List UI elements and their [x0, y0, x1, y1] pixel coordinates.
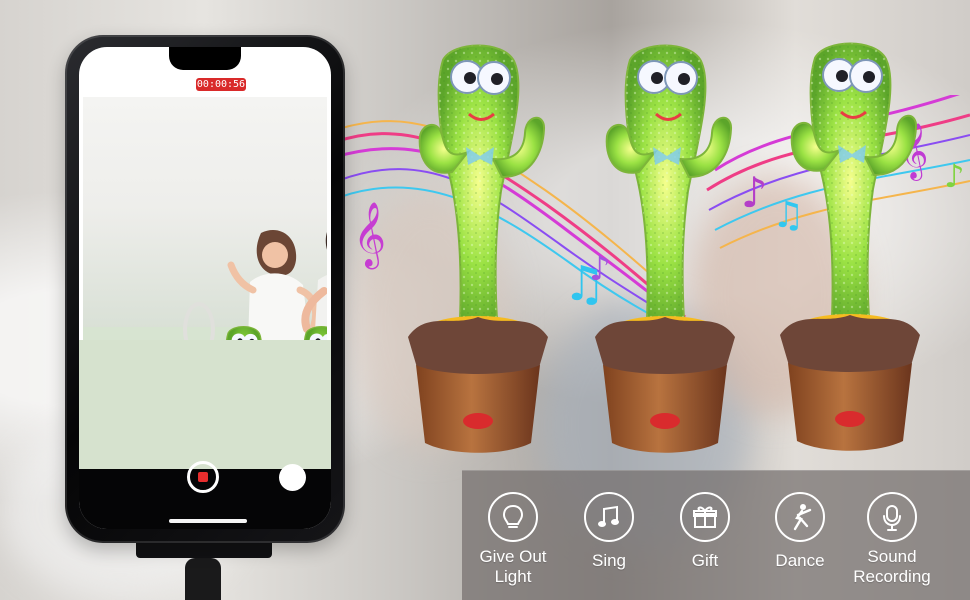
gift-icon	[680, 492, 730, 542]
pot-logo-badge	[835, 411, 865, 427]
cactus-pupil-left	[464, 72, 476, 84]
small-dancing-cactus-toy	[226, 325, 262, 340]
plush-pot-rim	[595, 317, 735, 377]
dancer-icon	[775, 492, 825, 542]
plush-pot-rim	[780, 315, 920, 375]
feature-label: Sing	[591, 551, 627, 570]
phone-screen: 00:00:56	[79, 47, 331, 529]
lightbulb-icon	[502, 504, 524, 528]
stop-recording-button[interactable]	[187, 461, 219, 493]
recording-timer: 00:00:56	[196, 78, 246, 91]
person-face	[262, 242, 288, 268]
music-note-icon	[584, 492, 634, 542]
music-note-symbol: ♪	[944, 157, 964, 195]
phone-notch	[169, 47, 241, 70]
cactus-pupil-left	[836, 70, 848, 82]
smartphone: 00:00:56	[65, 35, 345, 543]
camera-capture-button[interactable]	[279, 464, 306, 491]
dancing-cactus-toy	[408, 44, 548, 453]
feature-icons-panel: Give Out Light Sing Gift Dance Sound Rec…	[462, 470, 970, 600]
treble-clef-symbol: 𝄞	[353, 202, 386, 269]
recording-controls-area	[79, 340, 331, 470]
cactus-pupil-right	[678, 73, 690, 85]
pot-logo-badge	[650, 413, 680, 429]
person-arm-left	[227, 261, 257, 294]
feature-label: Gift	[691, 551, 719, 570]
pot-logo-badge	[463, 413, 493, 429]
feature-label: Sound Recording	[853, 547, 931, 586]
cactus-pupil-right	[863, 71, 875, 83]
dancing-cactus-toy	[780, 42, 920, 451]
camera-preview	[83, 97, 327, 340]
microphone-icon	[883, 505, 901, 531]
cactus-pupil-left	[651, 72, 663, 84]
feature-sound-recording: Sound Recording	[847, 492, 937, 592]
music-note-icon	[598, 505, 619, 527]
plush-pot	[416, 365, 540, 453]
feature-label: Give Out Light	[479, 547, 547, 586]
cactus-pupil-right	[491, 73, 503, 85]
feature-dance: Dance	[755, 492, 845, 592]
cactus-toy-product-scene: 𝄞 ♫ ♪ ♪ ♫ 𝄞 ♪ 00:00:56 Give Out Light Si…	[0, 0, 970, 600]
small-dancing-cactus-toy	[304, 325, 327, 340]
lightbulb-icon	[488, 492, 538, 542]
microphone-icon	[867, 492, 917, 542]
plush-pot	[603, 365, 727, 453]
home-indicator	[169, 519, 247, 523]
music-note-symbol: ♪	[741, 168, 768, 217]
plush-pot-rim	[408, 317, 548, 377]
feature-give-out-light: Give Out Light	[468, 492, 558, 592]
stop-recording-icon	[198, 472, 208, 482]
plush-pot	[788, 363, 912, 451]
feature-gift: Gift	[660, 492, 750, 592]
dancer-icon	[793, 504, 812, 531]
feature-label: Dance	[775, 551, 825, 570]
gift-icon	[693, 506, 717, 528]
person-hair	[325, 232, 327, 250]
feature-sing: Sing	[564, 492, 654, 592]
tripod-stand	[185, 558, 221, 600]
dancing-cactus-toy	[595, 44, 735, 453]
